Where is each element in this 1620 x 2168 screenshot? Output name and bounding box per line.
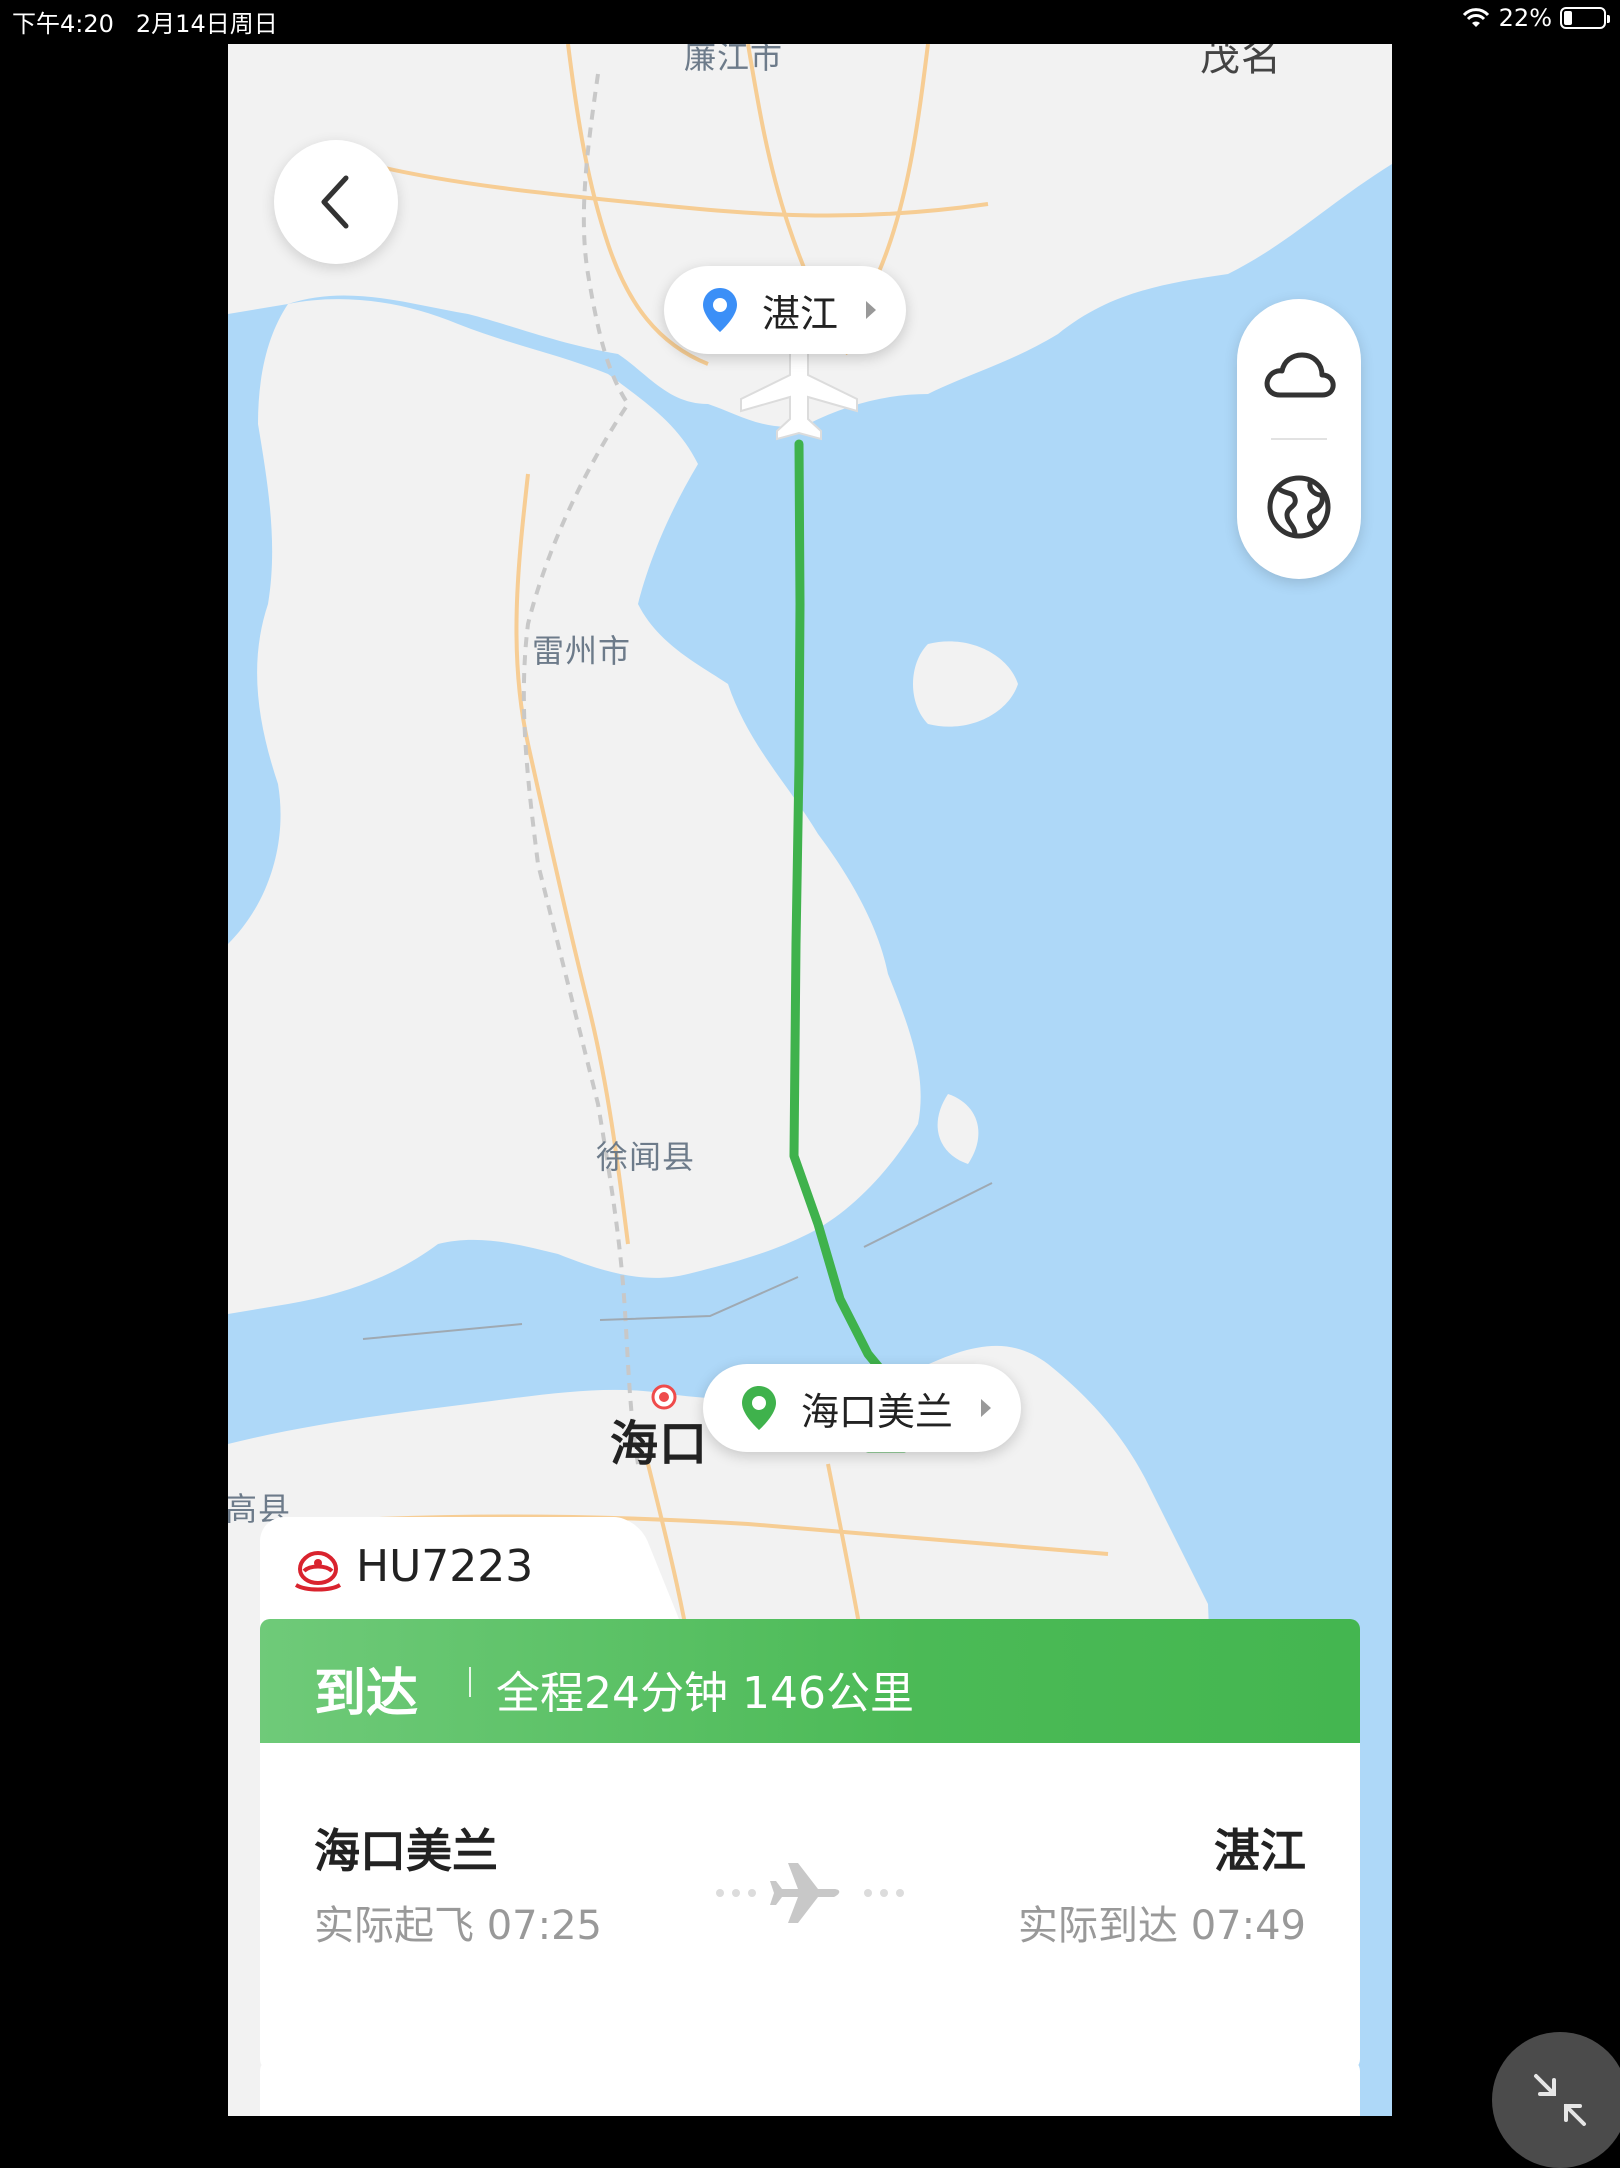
battery-percent: 22%: [1498, 4, 1552, 32]
status-bar: 下午4:20 2月14日周日 22%: [0, 0, 1620, 40]
flight-map-app: 廉江市 茂名 雷州市 徐闻县 海口 临高县 湛江: [228, 44, 1392, 2116]
map-label-maoming: 茂名: [1200, 44, 1282, 80]
battery-tip: [1607, 15, 1610, 23]
destination-pin[interactable]: 湛江: [664, 266, 907, 354]
globe-icon: [1267, 475, 1331, 539]
map-tools: [1237, 299, 1361, 579]
status-date: 2月14日周日: [135, 10, 278, 38]
flight-tab[interactable]: HU7223: [260, 1517, 620, 1627]
collapse-arrows-icon: [1534, 2074, 1586, 2126]
arrival-airport: 湛江: [1214, 1824, 1306, 1878]
back-button[interactable]: [274, 140, 398, 264]
wifi-icon: [1462, 8, 1489, 27]
location-pin-blue-icon: [703, 288, 737, 332]
departure-time: 实际起飞 07:25: [314, 1903, 602, 1949]
globe-button[interactable]: [1237, 445, 1361, 569]
battery-icon: [1560, 7, 1610, 29]
location-pin-green-icon: [742, 1386, 776, 1430]
departure-airport: 海口美兰: [314, 1824, 498, 1878]
flight-summary: 全程24分钟 146公里: [496, 1668, 914, 1719]
status-right: 22%: [1461, 4, 1610, 32]
status-time: 下午4:20: [12, 10, 114, 38]
origin-pin-label: 海口美兰: [801, 1389, 954, 1434]
status-separator: [469, 1667, 471, 1697]
collapse-button[interactable]: [1492, 2032, 1620, 2168]
caret-right-icon: [866, 301, 877, 319]
map-label-haikou: 海口: [610, 1416, 709, 1472]
map-label-leizhou: 雷州市: [532, 632, 632, 670]
cloud-icon: [1264, 352, 1336, 398]
map-label-lianjiang: 廉江市: [684, 44, 784, 76]
battery-fill: [1564, 11, 1573, 25]
chevron-left-icon: [321, 175, 349, 229]
status-left: 下午4:20 2月14日周日: [12, 4, 278, 39]
hainan-airlines-logo-icon: [294, 1550, 342, 1592]
flight-number: HU7223: [356, 1541, 534, 1592]
tools-divider: [1271, 438, 1327, 440]
map-label-xuwen: 徐闻县: [596, 1138, 696, 1176]
flight-detail-card[interactable]: 海口美兰 实际起飞 07:25 湛江 实际到达 07:49: [260, 1743, 1360, 2071]
weather-button[interactable]: [1237, 313, 1361, 437]
origin-pin[interactable]: 海口美兰: [703, 1364, 1022, 1452]
airplane-icon: [716, 1863, 904, 1923]
next-card-peek[interactable]: [260, 2059, 1360, 2116]
caret-right-icon: [981, 1399, 992, 1417]
flight-status-bar: 到达 全程24分钟 146公里: [260, 1619, 1360, 1743]
destination-pin-label: 湛江: [762, 291, 839, 336]
flight-status: 到达: [314, 1664, 419, 1724]
arrival-time: 实际到达 07:49: [1018, 1903, 1306, 1949]
